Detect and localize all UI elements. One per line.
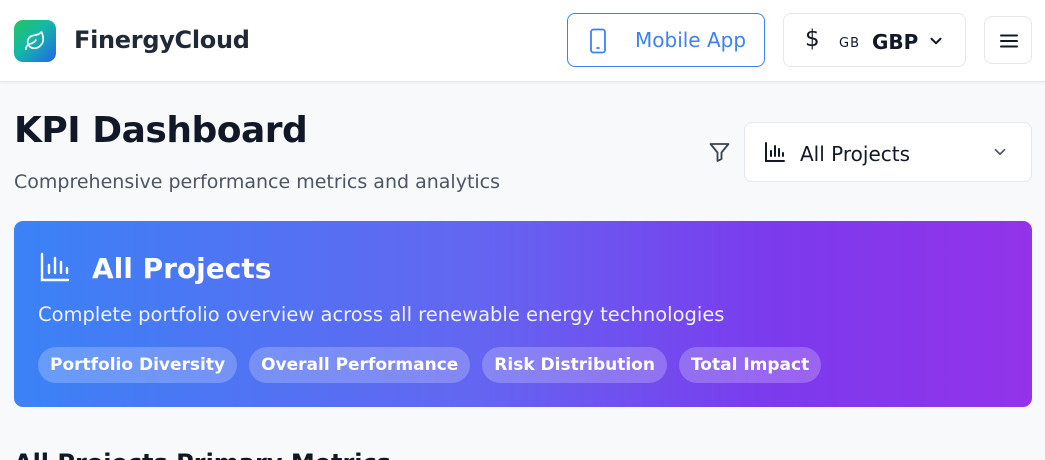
mobile-app-label: Mobile App: [635, 28, 747, 52]
chevron-down-icon: [930, 37, 942, 45]
tag-overall-performance: Overall Performance: [249, 347, 471, 383]
top-bar: FinergyCloud Mobile App $ GB GBP: [0, 0, 1045, 82]
tag-risk-distribution: Risk Distribution: [482, 347, 667, 383]
currency-selector[interactable]: $ GB GBP: [783, 13, 966, 67]
banner-tags: Portfolio Diversity Overall Performance …: [38, 347, 822, 383]
tag-total-impact: Total Impact: [678, 347, 822, 383]
hamburger-icon: [1000, 34, 1018, 48]
banner-description: Complete portfolio overview across all r…: [38, 303, 725, 326]
bar-chart-icon: [765, 142, 785, 162]
chevron-down-icon: [994, 148, 1006, 156]
project-filter-value: All Projects: [800, 142, 910, 166]
bar-chart-icon: [40, 252, 70, 282]
page-subtitle: Comprehensive performance metrics and an…: [14, 171, 501, 193]
brand-name[interactable]: FinergyCloud: [74, 26, 250, 54]
flag-gb: GB: [839, 36, 860, 51]
mobile-app-button[interactable]: Mobile App: [567, 13, 765, 67]
currency-code: GBP: [872, 30, 919, 54]
page-title: KPI Dashboard: [14, 110, 308, 151]
project-overview-banner: All Projects Complete portfolio overview…: [14, 221, 1032, 407]
menu-button[interactable]: [984, 16, 1032, 64]
project-filter-select[interactable]: All Projects: [744, 122, 1032, 182]
banner-title: All Projects: [92, 252, 272, 285]
smartphone-icon: [590, 28, 606, 54]
leaf-logo-icon[interactable]: [14, 20, 56, 62]
dollar-icon: $: [805, 26, 820, 52]
section-heading: All Projects Primary Metrics: [14, 449, 391, 460]
tag-portfolio-diversity: Portfolio Diversity: [38, 347, 238, 383]
filter-icon[interactable]: [707, 140, 732, 164]
